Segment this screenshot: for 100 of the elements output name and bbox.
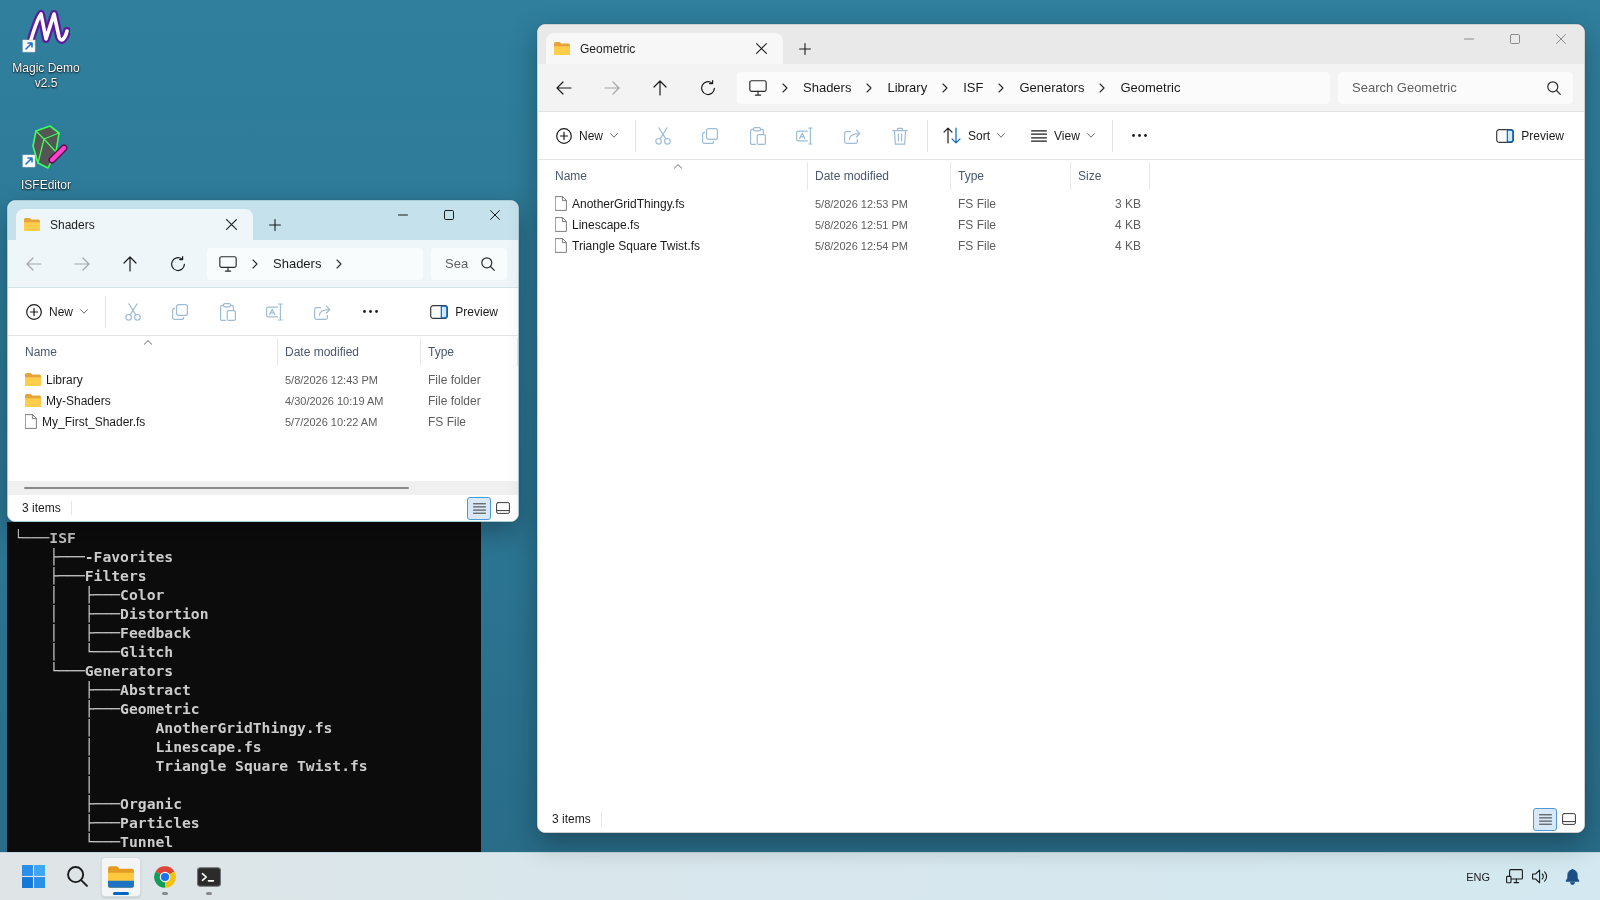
column-header[interactable]: Size bbox=[1071, 162, 1150, 190]
computer-icon bbox=[749, 79, 767, 96]
column-header[interactable]: Type bbox=[421, 338, 518, 366]
new-button[interactable]: New bbox=[26, 303, 88, 320]
column-header[interactable]: Name bbox=[18, 338, 278, 366]
close-icon[interactable] bbox=[490, 210, 500, 220]
address-bar[interactable]: Shaders bbox=[207, 247, 423, 280]
file-type: FS File bbox=[958, 238, 996, 253]
breadcrumb[interactable]: Generators bbox=[1019, 80, 1085, 95]
chevron-right-icon bbox=[998, 82, 1005, 93]
file-type: FS File bbox=[958, 196, 996, 211]
refresh-icon[interactable] bbox=[700, 79, 716, 96]
file-size: 4 KB bbox=[1115, 217, 1141, 232]
horizontal-scrollbar[interactable] bbox=[8, 481, 518, 495]
view-button[interactable]: View bbox=[1031, 128, 1095, 143]
ellipsis-icon[interactable] bbox=[362, 310, 378, 313]
new-button[interactable]: New bbox=[556, 127, 618, 144]
search-field[interactable]: Sea bbox=[431, 247, 507, 280]
terminal-line: │ bbox=[84, 775, 94, 793]
folder-icon bbox=[108, 865, 134, 888]
preview-pane-icon bbox=[1496, 128, 1515, 143]
file-type: FS File bbox=[428, 414, 466, 429]
file-name[interactable]: AnotherGridThingy.fs bbox=[572, 196, 685, 211]
plus-icon[interactable] bbox=[269, 218, 281, 231]
modified-date: 5/8/2026 12:43 PM bbox=[285, 373, 378, 386]
refresh-icon[interactable] bbox=[170, 255, 186, 272]
modified-date: 5/8/2026 12:53 PM bbox=[815, 197, 908, 210]
folder-icon bbox=[554, 42, 570, 55]
file-icon bbox=[555, 238, 567, 253]
details-view-button[interactable] bbox=[467, 496, 491, 520]
chevron-right-icon bbox=[942, 82, 949, 93]
modified-date: 4/30/2026 10:19 AM bbox=[285, 394, 384, 407]
search-icon bbox=[481, 256, 495, 271]
sort-caret-icon bbox=[143, 340, 152, 345]
chevron-right-icon bbox=[252, 258, 258, 269]
breadcrumb[interactable]: Geometric bbox=[1120, 80, 1181, 95]
file-name[interactable]: Linescape.fs bbox=[572, 217, 640, 232]
arrow-up-icon[interactable] bbox=[123, 255, 137, 272]
breadcrumb[interactable]: Shaders bbox=[803, 80, 852, 95]
file-icon bbox=[555, 196, 567, 211]
breadcrumb[interactable]: Shaders bbox=[273, 256, 322, 271]
sort-button[interactable]: Sort bbox=[943, 127, 1006, 144]
terminal-line: ├───Abstract bbox=[84, 680, 191, 698]
terminal-line: │ Triangle Square Twist.fs bbox=[84, 756, 368, 774]
chevron-right-icon bbox=[1099, 82, 1106, 93]
file-name[interactable]: My_First_Shader.fs bbox=[42, 414, 146, 429]
terminal-line: └───Generators bbox=[49, 661, 174, 679]
terminal-line: │ ├───Color bbox=[49, 585, 165, 603]
terminal-line: └───ISF bbox=[14, 528, 76, 546]
file-type: File folder bbox=[428, 393, 481, 408]
caret-icon bbox=[80, 309, 88, 314]
modified-date: 5/8/2026 12:51 PM bbox=[815, 218, 908, 231]
close-icon[interactable] bbox=[756, 43, 767, 54]
details-view-button[interactable] bbox=[1533, 807, 1557, 831]
lines-icon bbox=[1031, 129, 1048, 142]
column-header[interactable]: Name bbox=[548, 162, 808, 190]
file-name[interactable]: Triangle Square Twist.fs bbox=[572, 238, 701, 253]
monitor-network-icon[interactable] bbox=[1506, 869, 1523, 884]
maximize-icon[interactable] bbox=[444, 210, 454, 220]
bell-icon[interactable] bbox=[1565, 868, 1580, 885]
language-indicator[interactable]: ENG bbox=[1466, 870, 1490, 883]
window-tab[interactable]: Geometric bbox=[546, 33, 783, 64]
search-field[interactable]: Search Geometric bbox=[1338, 71, 1573, 104]
terminal-line: │ ├───Feedback bbox=[49, 623, 191, 641]
taskbar-app-button[interactable] bbox=[101, 856, 141, 897]
file-size: 4 KB bbox=[1115, 238, 1141, 253]
search-icon bbox=[1547, 80, 1561, 95]
caret-icon bbox=[997, 133, 1006, 138]
close-icon[interactable] bbox=[226, 219, 237, 230]
preview-button[interactable]: Preview bbox=[1496, 128, 1564, 143]
modified-date: 5/8/2026 12:54 PM bbox=[815, 239, 908, 252]
terminal-line: ├───-Favorites bbox=[49, 547, 174, 565]
computer-icon bbox=[219, 255, 237, 272]
arrow-up-icon[interactable] bbox=[653, 79, 667, 96]
shortcut-label[interactable]: Magic Demo v2.5 bbox=[8, 61, 84, 91]
gem-pencil-icon[interactable] bbox=[22, 124, 70, 170]
browser-logo-icon bbox=[153, 864, 177, 889]
chevron-right-icon bbox=[866, 82, 873, 93]
plus-icon[interactable] bbox=[799, 42, 811, 55]
address-bar[interactable]: Shaders Library ISF Generators Geometric bbox=[737, 71, 1330, 104]
file-name[interactable]: Library bbox=[46, 372, 83, 387]
arrow-left-icon[interactable] bbox=[556, 80, 572, 95]
window-tab[interactable]: Shaders bbox=[16, 209, 253, 240]
breadcrumb[interactable]: ISF bbox=[963, 80, 984, 95]
folder-icon bbox=[24, 218, 40, 231]
terminal-line: │ └───Glitch bbox=[49, 642, 174, 660]
item-count: 3 items bbox=[22, 501, 61, 515]
column-header[interactable]: Type bbox=[951, 162, 1071, 190]
column-header[interactable]: Date modified bbox=[808, 162, 951, 190]
speaker-icon[interactable] bbox=[1532, 869, 1549, 884]
column-header[interactable]: Date modified bbox=[278, 338, 421, 366]
zigzag-logo-icon[interactable] bbox=[22, 9, 70, 53]
preview-button[interactable]: Preview bbox=[430, 304, 498, 319]
modified-date: 5/7/2026 10:22 AM bbox=[285, 415, 378, 428]
file-name[interactable]: My-Shaders bbox=[46, 393, 111, 408]
shortcut-label[interactable]: ISFEditor bbox=[21, 178, 71, 193]
breadcrumb[interactable]: Library bbox=[887, 80, 928, 95]
plus-circle-icon bbox=[26, 303, 42, 320]
preview-pane-icon bbox=[430, 304, 449, 319]
ellipsis-icon[interactable] bbox=[1132, 134, 1148, 137]
